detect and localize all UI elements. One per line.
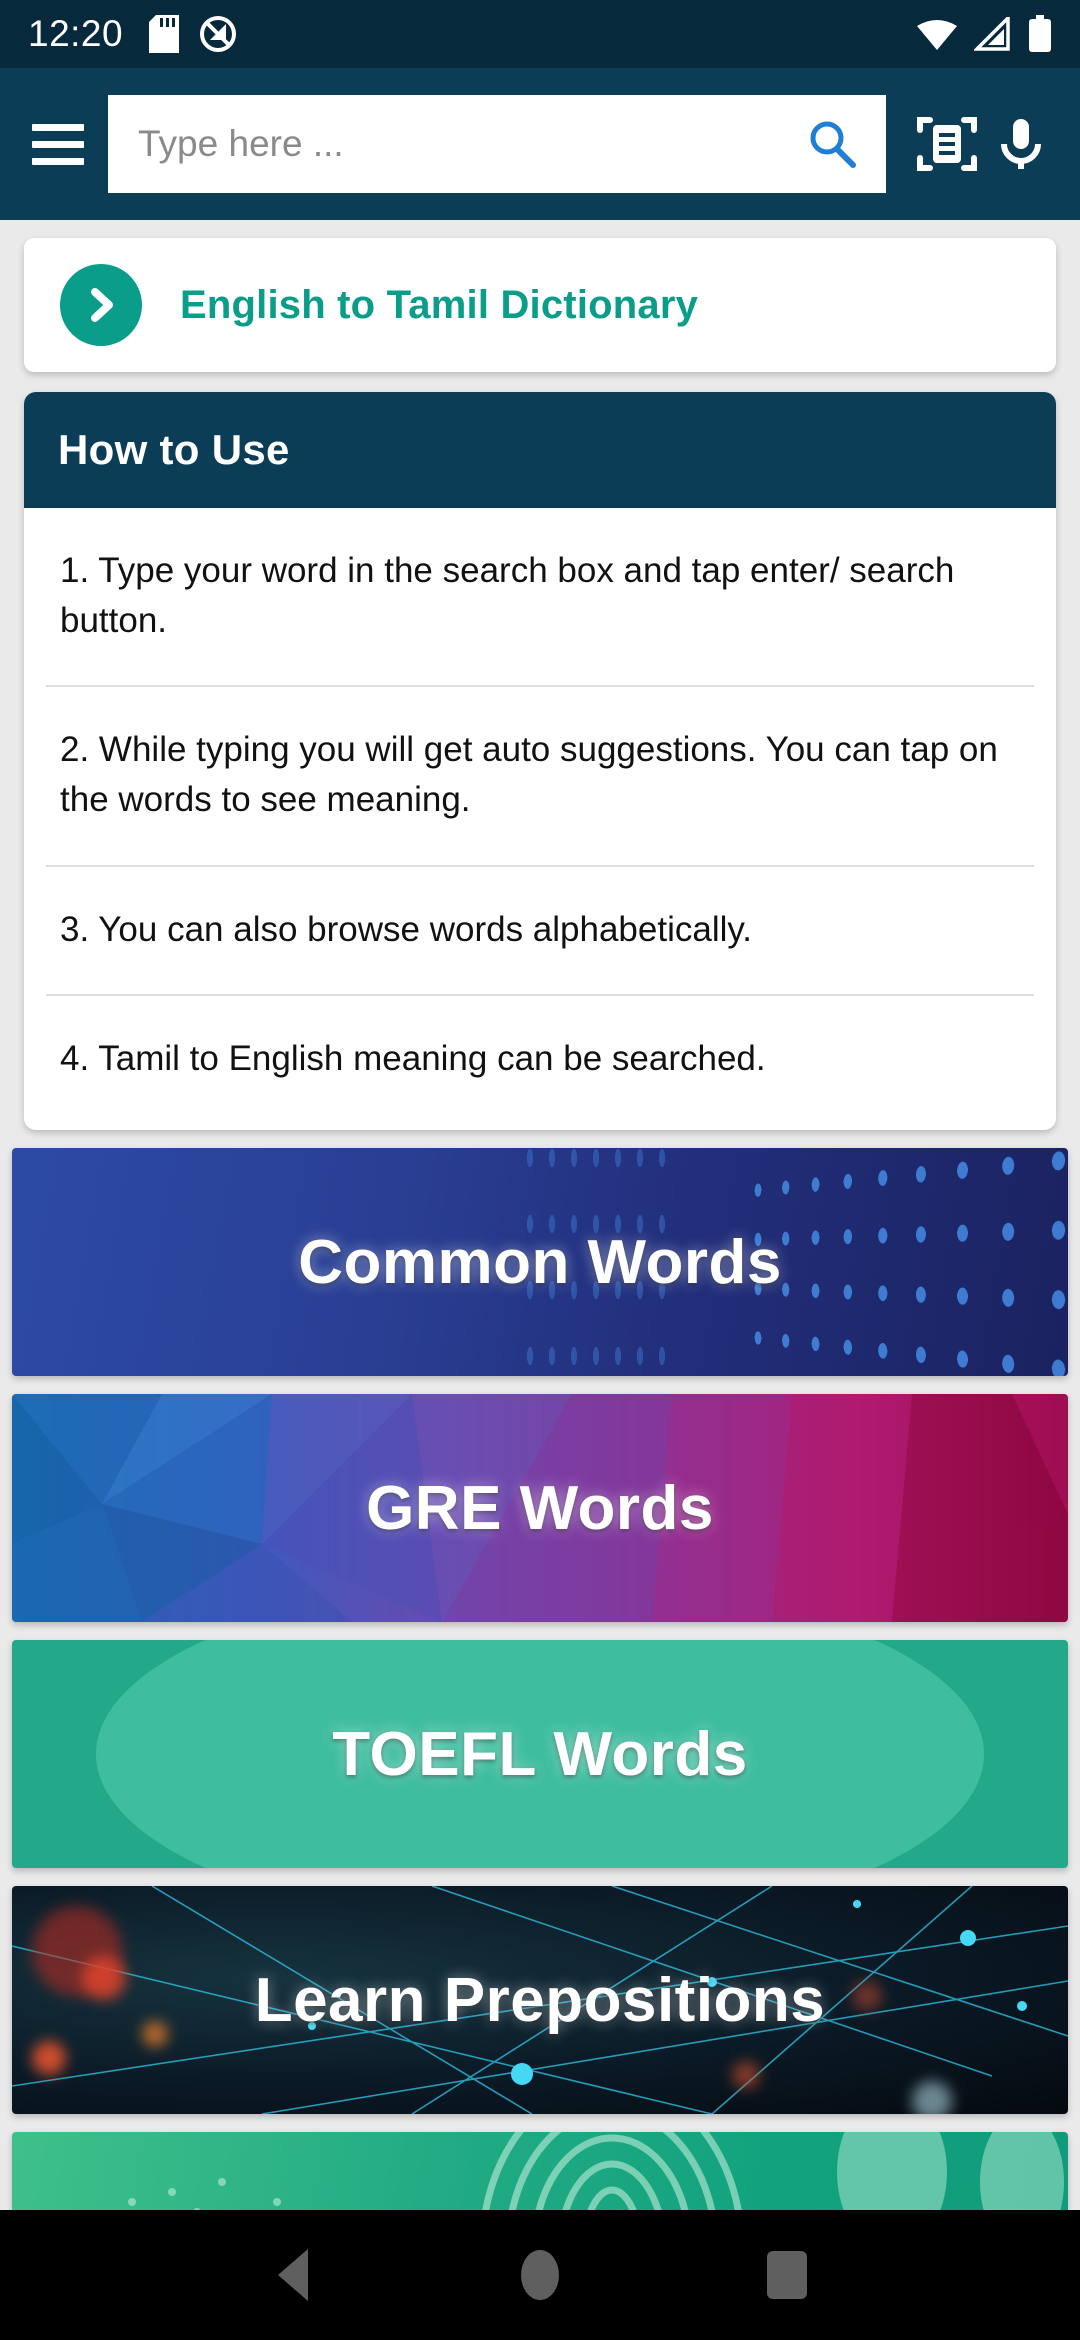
banner-learn-prepositions[interactable]: Learn Prepositions bbox=[12, 1886, 1068, 2115]
phone-screen: 12:20 Type here ... English to Tamil Dic… bbox=[0, 0, 1080, 2340]
how-to-use-title: How to Use bbox=[24, 392, 1056, 508]
list-item: 4. Tamil to English meaning can be searc… bbox=[60, 1039, 766, 1079]
dictionary-label: English to Tamil Dictionary bbox=[180, 282, 699, 327]
cellular-signal-icon bbox=[974, 17, 1010, 51]
app-bar bbox=[0, 68, 1080, 220]
bokeh-dot bbox=[852, 1981, 882, 2012]
how-to-use-list: 1. Type your word in the search box and … bbox=[24, 508, 1056, 1124]
banner-gre-words[interactable]: GRE Words bbox=[12, 1394, 1068, 1623]
main-content: English to Tamil Dictionary How to Use 1… bbox=[0, 220, 1080, 2210]
banner-oxford-words[interactable]: Oxford Words bbox=[12, 2132, 1068, 2210]
android-navigation-bar bbox=[0, 2210, 1080, 2340]
status-system-icons bbox=[916, 15, 1052, 53]
concentric-rings-pattern bbox=[128, 2132, 1064, 2210]
banner-label: Common Words bbox=[298, 1227, 782, 1297]
status-bar: 12:20 bbox=[0, 0, 1080, 68]
banner-label: Learn Prepositions bbox=[254, 1965, 826, 2035]
bokeh-dot bbox=[912, 2081, 952, 2115]
how-to-use-card: How to Use 1. Type your word in the sear… bbox=[24, 392, 1056, 1131]
banner-toefl-words[interactable]: TOEFL Words bbox=[12, 1640, 1068, 1869]
microphone-icon[interactable] bbox=[990, 113, 1052, 175]
document-scan-icon[interactable] bbox=[916, 113, 978, 175]
search-bar[interactable] bbox=[108, 95, 886, 193]
search-icon[interactable] bbox=[804, 116, 860, 172]
bokeh-dot bbox=[32, 2041, 66, 2076]
banner-common-words[interactable]: Common Words bbox=[12, 1148, 1068, 1377]
back-triangle-icon[interactable] bbox=[248, 2230, 338, 2320]
recents-square-icon[interactable] bbox=[742, 2230, 832, 2320]
english-to-tamil-dictionary-button[interactable]: English to Tamil Dictionary bbox=[24, 238, 1056, 372]
bokeh-dot bbox=[732, 2061, 760, 2090]
bokeh-dot bbox=[82, 1956, 126, 2001]
bokeh-dot bbox=[142, 2021, 168, 2048]
status-clock: 12:20 bbox=[28, 13, 124, 54]
list-item: 2. While typing you will get auto sugges… bbox=[46, 687, 1034, 867]
search-input[interactable] bbox=[138, 123, 804, 165]
sd-card-icon bbox=[149, 15, 180, 53]
hamburger-menu-icon[interactable] bbox=[22, 108, 94, 180]
do-not-disturb-icon bbox=[200, 16, 237, 52]
battery-icon bbox=[1029, 15, 1051, 52]
banner-label: TOEFL Words bbox=[332, 1719, 748, 1789]
list-item: 3. You can also browse words alphabetica… bbox=[46, 867, 1034, 997]
status-notification-icons bbox=[149, 15, 237, 53]
halftone-pattern bbox=[745, 1148, 1068, 1377]
chevron-right-icon bbox=[60, 264, 142, 346]
wifi-icon bbox=[917, 20, 957, 50]
home-circle-icon[interactable] bbox=[495, 2230, 585, 2320]
banner-label: GRE Words bbox=[366, 1473, 714, 1543]
list-item: 1. Type your word in the search box and … bbox=[46, 508, 1034, 688]
